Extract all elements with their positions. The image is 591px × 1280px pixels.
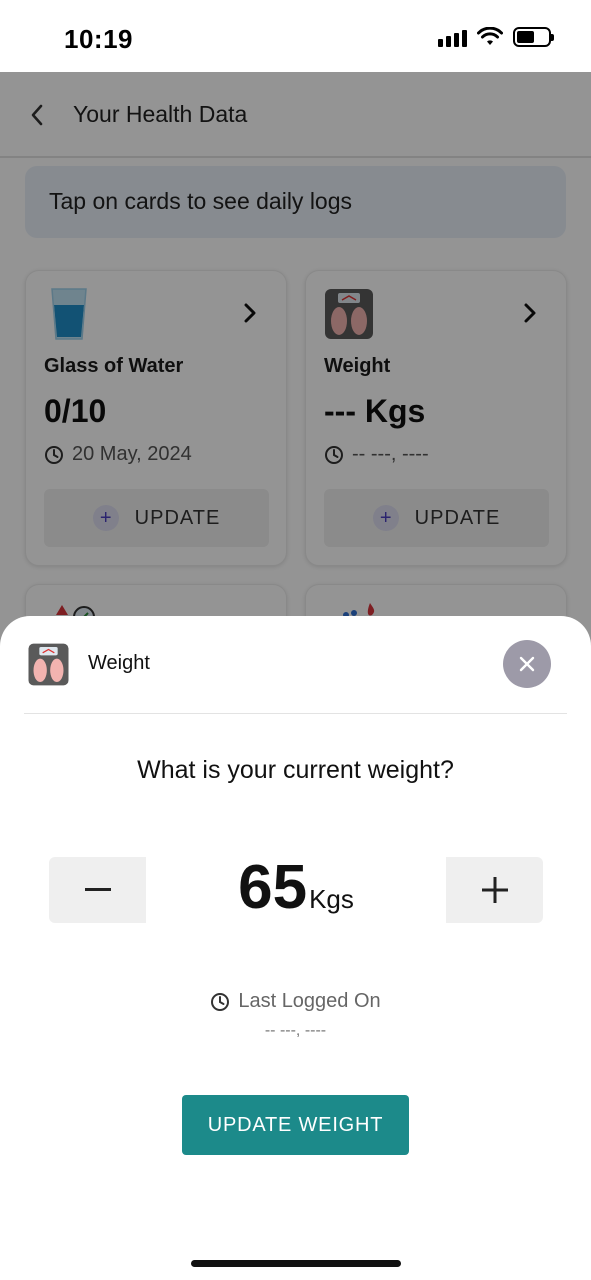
decrement-button[interactable] [49, 857, 146, 923]
increment-button[interactable] [446, 857, 543, 923]
home-indicator [191, 1260, 401, 1267]
weight-bottom-sheet: Weight What is your current weight? 65Kg… [0, 616, 591, 1280]
clock-icon [211, 992, 230, 1011]
status-icons [438, 27, 554, 47]
weight-scale-icon [28, 643, 69, 686]
update-weight-button[interactable]: UPDATE WEIGHT [182, 1095, 409, 1155]
status-bar: 10:19 [0, 0, 591, 72]
close-button[interactable] [503, 640, 551, 688]
last-logged-date: -- ---, ---- [264, 1022, 327, 1039]
sheet-title: Weight [88, 652, 150, 674]
weight-stepper-value: 65Kgs [146, 852, 446, 923]
wifi-icon [477, 27, 503, 45]
plus-icon [481, 877, 508, 903]
status-time: 10:19 [64, 24, 133, 54]
weight-value: 65 [238, 853, 308, 922]
last-logged: Last Logged On [0, 990, 591, 1013]
minus-icon [84, 888, 111, 891]
close-icon [519, 656, 535, 672]
last-logged-label: Last Logged On [238, 990, 381, 1012]
weight-unit: Kgs [309, 884, 354, 914]
divider [24, 713, 567, 714]
cellular-signal-icon [438, 27, 467, 47]
weight-question: What is your current weight? [137, 756, 454, 784]
battery-icon [513, 27, 554, 47]
